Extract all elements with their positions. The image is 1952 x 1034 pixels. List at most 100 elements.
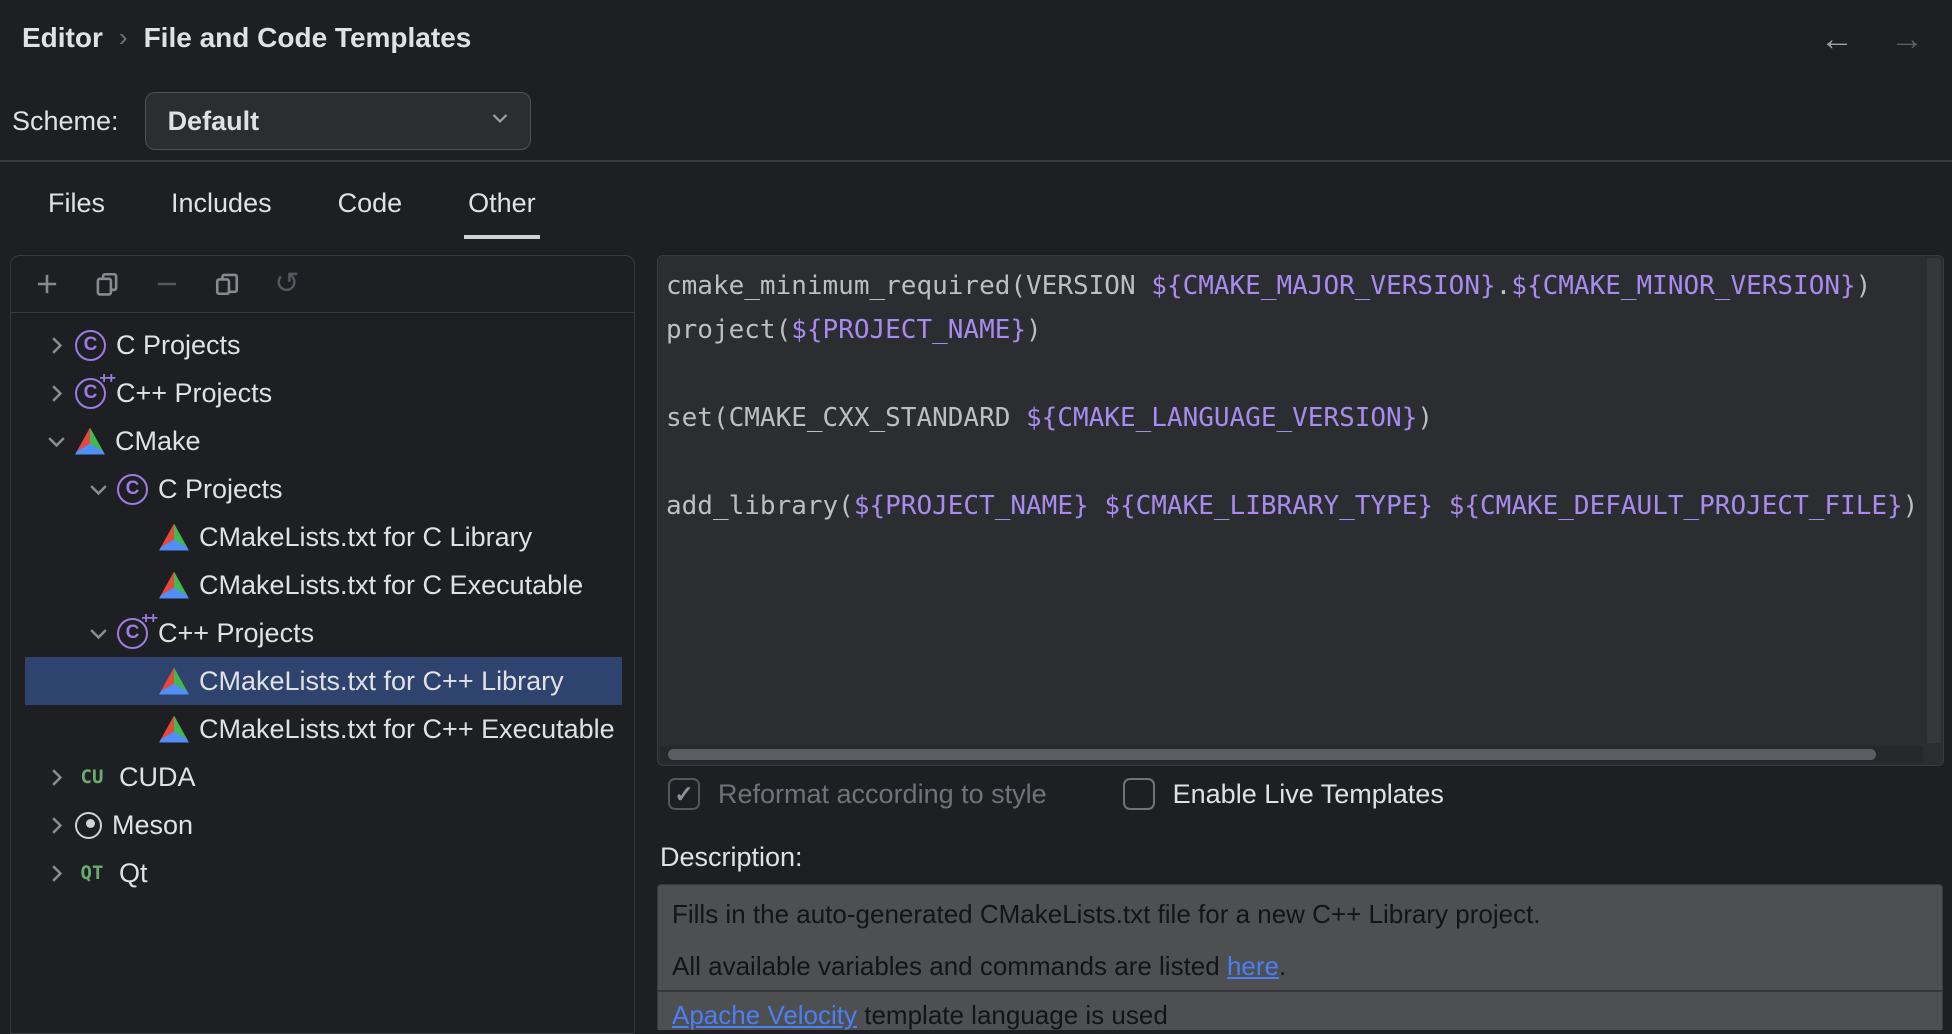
here-link[interactable]: here <box>1227 951 1279 981</box>
tab-files[interactable]: Files <box>44 176 109 239</box>
cpp-project-icon: C++ <box>117 618 148 649</box>
tree-item-label: Qt <box>119 858 148 889</box>
tree-item[interactable]: CMakeLists.txt for C++ Library <box>25 657 622 705</box>
cmake-icon <box>159 524 189 551</box>
cuda-icon: CU <box>75 760 109 794</box>
breadcrumb: Editor › File and Code Templates <box>22 22 471 54</box>
scheme-dropdown-value: Default <box>168 106 260 137</box>
cmake-icon <box>159 572 189 599</box>
code-line: project(${PROJECT_NAME}) <box>666 308 1943 352</box>
chevron-spacer <box>121 518 159 556</box>
reformat-checkbox-label: Reformat according to style <box>718 779 1047 810</box>
tree-item-label: CMakeLists.txt for C++ Executable <box>199 714 615 745</box>
breadcrumb-root[interactable]: Editor <box>22 22 103 54</box>
cmake-icon <box>75 428 105 455</box>
description-line-2: All available variables and commands are… <box>672 949 1928 983</box>
description-line-1: Fills in the auto-generated CMakeLists.t… <box>672 897 1928 931</box>
tree-item-label: CMakeLists.txt for C Library <box>199 522 532 553</box>
live-templates-checkbox-option[interactable]: Enable Live Templates <box>1123 778 1444 810</box>
forward-arrow-icon[interactable]: → <box>1890 22 1924 56</box>
tree-item[interactable]: C C Projects <box>25 321 622 369</box>
tab-includes[interactable]: Includes <box>167 176 276 239</box>
cmake-icon <box>159 668 189 695</box>
chevron-spacer <box>121 662 159 700</box>
tree-item[interactable]: CMakeLists.txt for C++ Executable <box>25 705 622 753</box>
chevron-right-icon[interactable] <box>37 758 75 796</box>
revert-icon[interactable]: ↺ <box>273 270 301 298</box>
page-title: File and Code Templates <box>144 22 472 54</box>
vertical-scrollbar[interactable] <box>1927 258 1941 743</box>
breadcrumb-separator-icon: › <box>119 22 128 53</box>
scheme-row: Scheme: Default <box>12 92 531 150</box>
chevron-down-icon[interactable] <box>79 470 117 508</box>
chevron-right-icon[interactable] <box>37 806 75 844</box>
template-tree: C C Projects C++ C++ Projects CMake C C Projec… <box>11 313 634 897</box>
tree-item[interactable]: QT Qt <box>25 849 622 897</box>
description-box: Fills in the auto-generated CMakeLists.t… <box>657 884 1943 1030</box>
horizontal-scrollbar <box>660 746 1923 763</box>
chevron-right-icon[interactable] <box>37 374 75 412</box>
tree-item-label: CUDA <box>119 762 196 793</box>
c-project-icon: C <box>117 474 148 505</box>
tree-item[interactable]: C C Projects <box>25 465 622 513</box>
tree-item-label: Meson <box>112 810 193 841</box>
tree-item-label: CMakeLists.txt for C Executable <box>199 570 583 601</box>
tree-item-label: C++ Projects <box>116 378 272 409</box>
chevron-down-icon[interactable] <box>37 422 75 460</box>
code-line <box>666 440 1943 484</box>
tree-item-label: CMake <box>115 426 201 457</box>
tree-item[interactable]: Meson <box>25 801 622 849</box>
template-tabs: Files Includes Code Other <box>44 176 540 239</box>
template-editor-code: cmake_minimum_required(VERSION ${CMAKE_M… <box>658 256 1943 528</box>
description-label: Description: <box>660 842 803 873</box>
c-project-icon: C <box>75 330 106 361</box>
horizontal-scrollbar-thumb[interactable] <box>668 749 1876 760</box>
tree-item[interactable]: CMake <box>25 417 622 465</box>
scheme-dropdown[interactable]: Default <box>145 92 531 150</box>
history-nav: ← → <box>1820 22 1924 56</box>
cpp-project-icon: C++ <box>75 378 106 409</box>
tree-item-label: CMakeLists.txt for C++ Library <box>199 666 564 697</box>
code-line: set(CMAKE_CXX_STANDARD ${CMAKE_LANGUAGE_… <box>666 396 1943 440</box>
options-row: ✓ Reformat according to style Enable Liv… <box>668 778 1444 810</box>
apache-velocity-link[interactable]: Apache Velocity <box>672 1000 857 1030</box>
tree-item[interactable]: CMakeLists.txt for C Library <box>25 513 622 561</box>
back-arrow-icon[interactable]: ← <box>1820 22 1854 56</box>
cmake-icon <box>159 716 189 743</box>
chevron-right-icon[interactable] <box>37 854 75 892</box>
scheme-label: Scheme: <box>12 106 119 137</box>
chevron-right-icon[interactable] <box>37 326 75 364</box>
meson-icon <box>75 812 102 839</box>
tree-item[interactable]: CMakeLists.txt for C Executable <box>25 561 622 609</box>
chevron-down-icon[interactable] <box>79 614 117 652</box>
tree-item-label: C Projects <box>116 330 241 361</box>
duplicate-icon[interactable] <box>213 270 241 298</box>
code-line: add_library(${PROJECT_NAME} ${CMAKE_LIBR… <box>666 484 1943 528</box>
tree-item[interactable]: C++ C++ Projects <box>25 369 622 417</box>
template-toolbar: ↺ <box>11 256 634 313</box>
template-editor[interactable]: cmake_minimum_required(VERSION ${CMAKE_M… <box>657 255 1944 766</box>
tab-code[interactable]: Code <box>334 176 407 239</box>
chevron-down-icon <box>488 106 512 137</box>
tree-item-label: C++ Projects <box>158 618 314 649</box>
tab-other[interactable]: Other <box>464 176 540 239</box>
remove-icon[interactable] <box>153 270 181 298</box>
tree-item-label: C Projects <box>158 474 283 505</box>
checkbox-unchecked-icon[interactable] <box>1123 778 1155 810</box>
reformat-checkbox-option[interactable]: ✓ Reformat according to style <box>668 778 1047 810</box>
chevron-spacer <box>121 566 159 604</box>
header-separator <box>0 160 1952 162</box>
add-icon[interactable] <box>33 270 61 298</box>
code-line <box>666 352 1943 396</box>
template-list-panel: ↺ C C Projects C++ C++ Projects CMake C C Proj… <box>10 255 635 1034</box>
description-divider <box>658 990 1942 992</box>
copy-icon[interactable] <box>93 270 121 298</box>
tree-item[interactable]: C++ C++ Projects <box>25 609 622 657</box>
code-line: cmake_minimum_required(VERSION ${CMAKE_M… <box>666 264 1943 308</box>
live-templates-checkbox-label: Enable Live Templates <box>1173 779 1444 810</box>
description-line-3: Apache Velocity template language is use… <box>672 998 1928 1032</box>
qt-icon: QT <box>75 856 109 890</box>
tree-item[interactable]: CU CUDA <box>25 753 622 801</box>
checkbox-checked-icon[interactable]: ✓ <box>668 778 700 810</box>
chevron-spacer <box>121 710 159 748</box>
